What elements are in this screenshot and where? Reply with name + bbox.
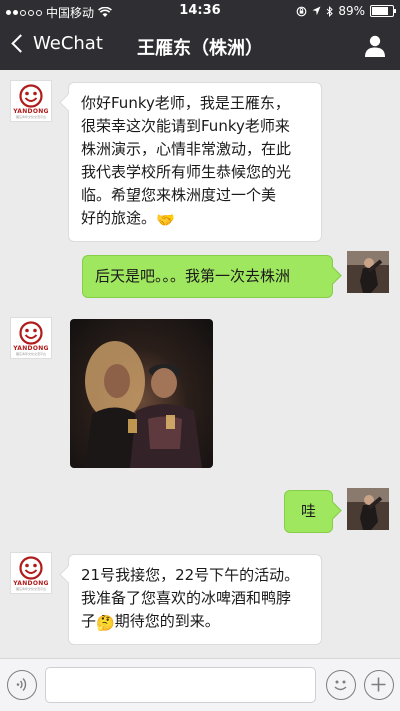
message-text: 子	[81, 612, 97, 630]
message-line: 子🤔期待您的到来。	[81, 610, 309, 635]
rotation-lock-icon	[296, 6, 307, 16]
navigation-bar: WeChat 王雁东（株洲）	[0, 22, 400, 70]
message-line: 我准备了您喜欢的冰啤酒和鸭脖	[81, 589, 292, 607]
yandong-logo-icon	[19, 84, 43, 108]
voice-input-button[interactable]	[7, 670, 37, 700]
message-line: 株洲演示，心情非常激动，在此	[81, 140, 292, 158]
brand-name: YANDONG	[13, 108, 49, 115]
sender-avatar[interactable]: YANDONG 雁东青年文化交流平台	[10, 552, 52, 594]
brand-subtitle: 雁东青年文化交流平台	[15, 115, 46, 119]
contact-profile-icon[interactable]	[364, 34, 386, 58]
message-bubble-outgoing[interactable]: 哇	[284, 490, 333, 533]
image-message[interactable]	[70, 319, 213, 468]
person-photo-icon	[347, 488, 389, 530]
my-avatar[interactable]	[347, 488, 389, 530]
message-line: 我代表学校所有师生恭候您的光	[81, 163, 292, 181]
thinking-emoji-icon: 🤔	[96, 614, 115, 632]
emoji-button[interactable]	[326, 670, 356, 700]
sender-avatar[interactable]: YANDONG 雁东青年文化交流平台	[10, 317, 52, 359]
input-toolbar	[0, 658, 400, 711]
voice-wave-icon	[16, 678, 27, 691]
battery-icon	[370, 5, 396, 17]
yandong-logo-icon	[19, 556, 43, 580]
yandong-logo-icon	[19, 321, 43, 345]
message-line: 21号我接您，22号下午的活动。	[81, 566, 300, 584]
sender-avatar[interactable]: YANDONG 雁东青年文化交流平台	[10, 80, 52, 122]
brand-subtitle: 雁东青年文化交流平台	[15, 587, 46, 591]
message-text: 好的旅途。	[81, 209, 157, 227]
message-bubble-incoming[interactable]: 你好Funky老师，我是王雁东， 很荣幸这次能请到Funky老师来 株洲演示，心…	[68, 82, 322, 242]
message-bubble-incoming[interactable]: 21号我接您，22号下午的活动。 我准备了您喜欢的冰啤酒和鸭脖 子🤔期待您的到来…	[68, 554, 322, 645]
my-avatar[interactable]	[347, 251, 389, 293]
handshake-emoji-icon: 🤝	[156, 211, 175, 229]
chat-area[interactable]: YANDONG 雁东青年文化交流平台 你好Funky老师，我是王雁东， 很荣幸这…	[0, 70, 400, 658]
message-line: 你好Funky老师，我是王雁东，	[81, 94, 290, 112]
more-actions-button[interactable]	[364, 670, 394, 700]
status-bar: 中国移动 14:36 89%	[0, 0, 400, 22]
chat-title: 王雁东（株洲）	[137, 38, 263, 59]
brand-name: YANDONG	[13, 345, 49, 352]
message-input[interactable]	[45, 667, 316, 703]
brand-name: YANDONG	[13, 580, 49, 587]
brand-subtitle: 雁东青年文化交流平台	[15, 352, 46, 356]
message-text: 期待您的到来。	[114, 612, 220, 630]
person-photo-icon	[347, 251, 389, 293]
smiley-face-icon	[334, 680, 347, 691]
plus-icon	[371, 677, 386, 692]
bluetooth-icon	[326, 5, 334, 17]
message-line: 临。希望您来株洲度过一个美	[81, 186, 277, 204]
message-line: 很荣幸这次能请到Funky老师来	[81, 117, 290, 135]
photo-two-people-icon	[85, 341, 202, 468]
location-arrow-icon	[312, 6, 321, 16]
message-bubble-outgoing[interactable]: 后天是吧。。。我第一次去株洲	[82, 255, 333, 298]
battery-percent: 89%	[338, 4, 365, 18]
status-right: 89%	[296, 4, 396, 18]
message-line: 好的旅途。🤝	[81, 207, 309, 232]
